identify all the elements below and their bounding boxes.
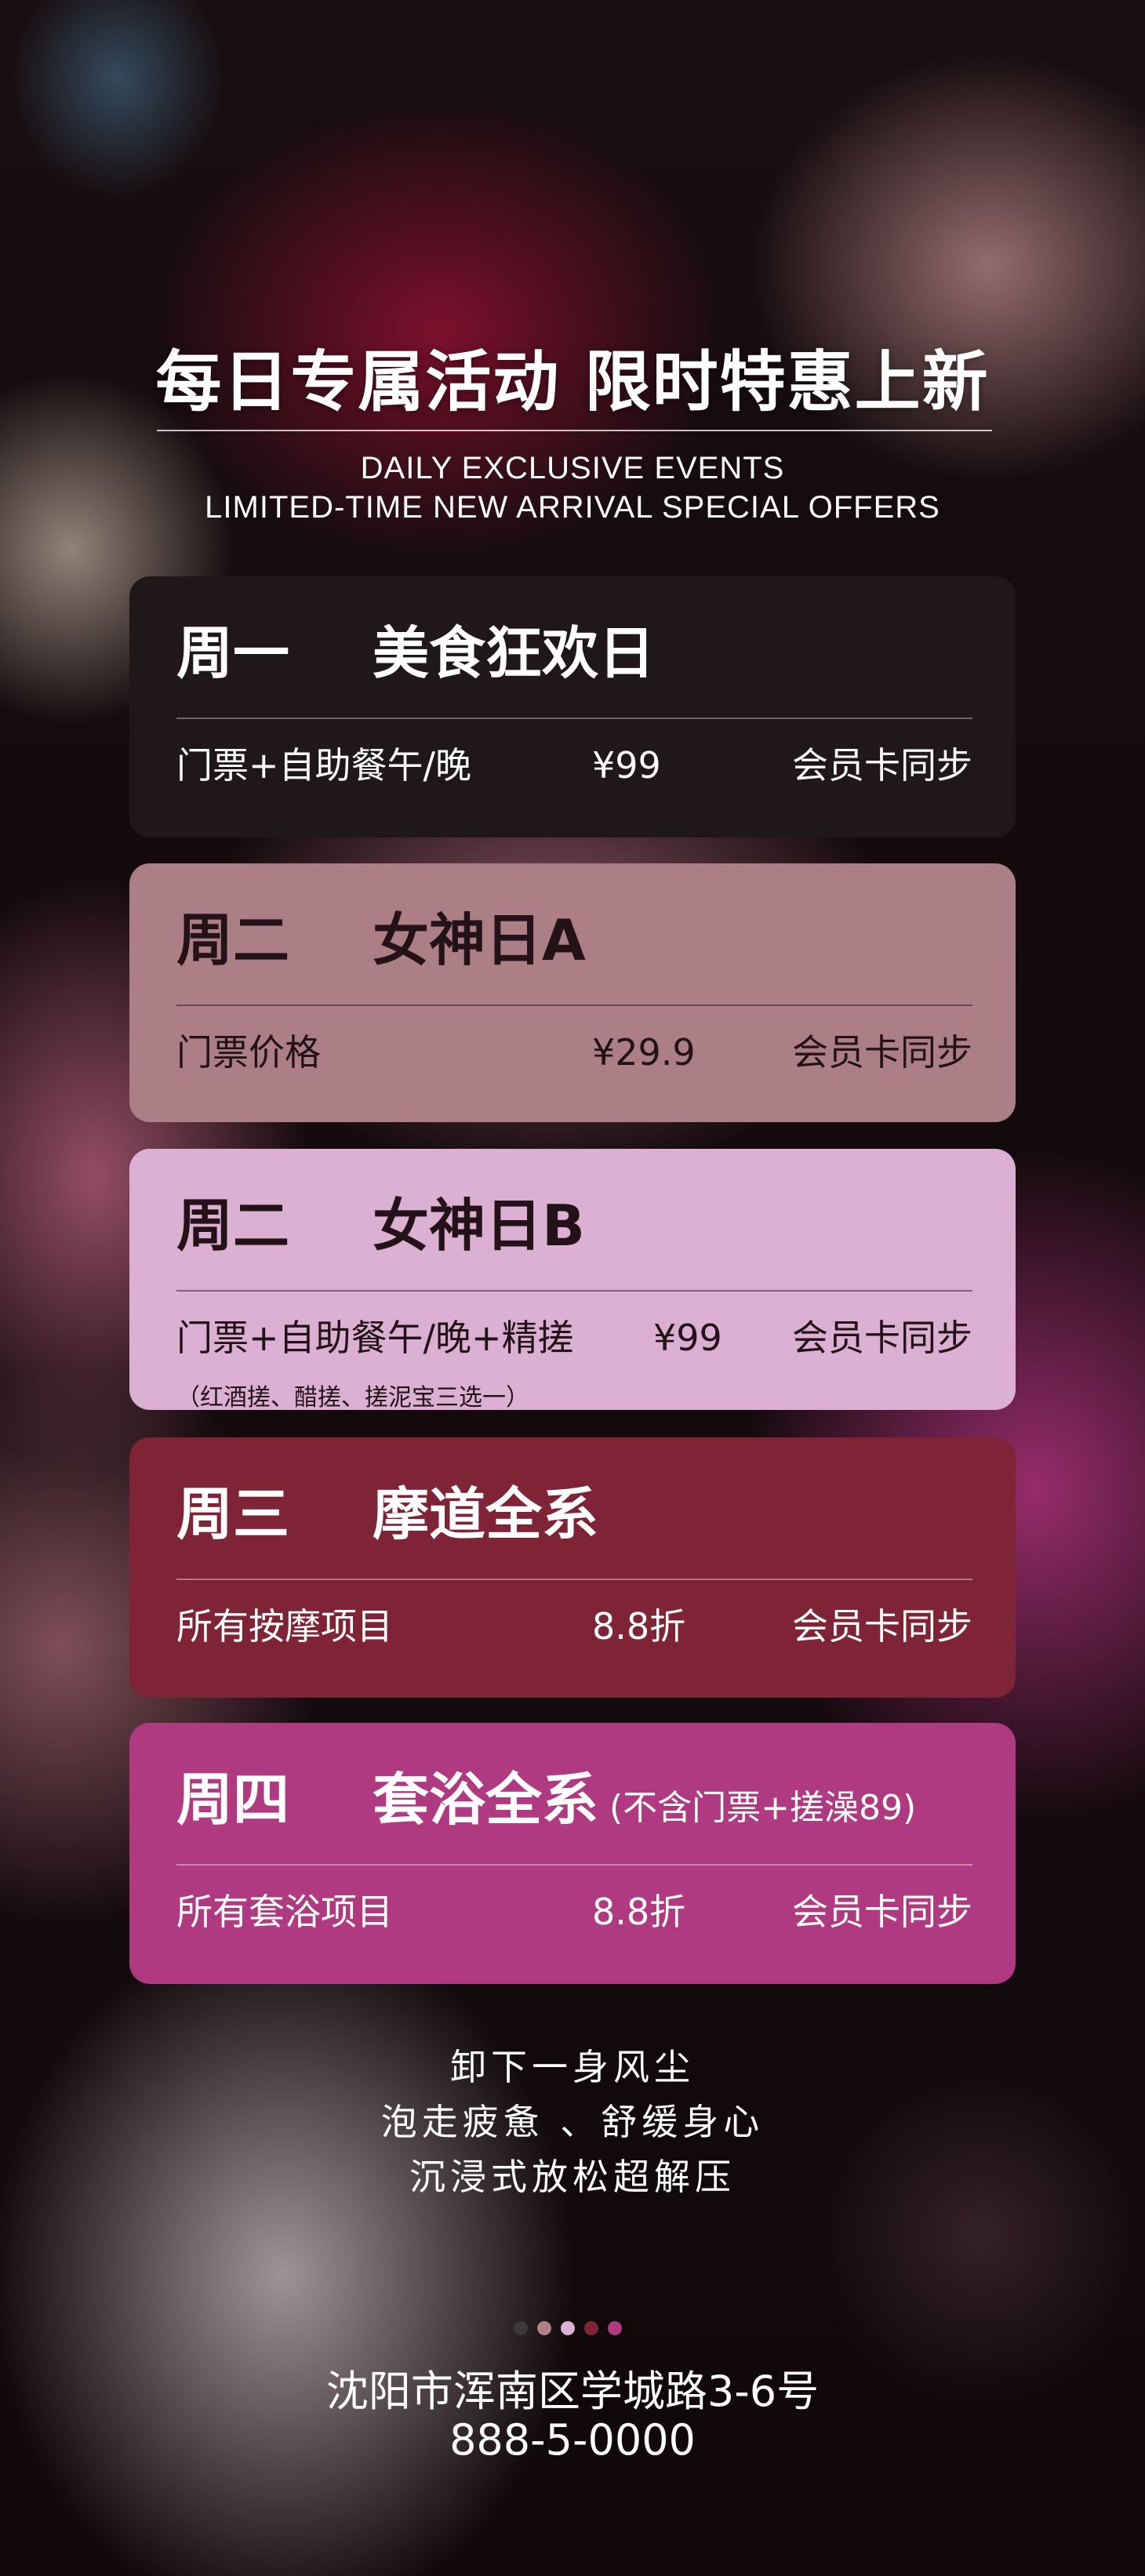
card-divider [176, 1579, 972, 1580]
subtitle-line-2: LIMITED-TIME NEW ARRIVAL SPECIAL OFFERS [205, 490, 940, 525]
pagination-dot [514, 2321, 528, 2335]
card-event-name: 摩道全系 [373, 1481, 599, 1547]
card-item: 门票+自助餐午/晚 [176, 744, 472, 787]
card-title-note: (不含门票+搓澡89) [609, 1788, 917, 1828]
pagination-dot [608, 2321, 622, 2335]
card-day: 周一 [176, 620, 290, 686]
card-price: ¥99 [653, 1317, 722, 1359]
card-price: ¥29.9 [592, 1031, 696, 1074]
card-day: 周二 [176, 907, 290, 973]
card-item: 门票+自助餐午/晚+精搓 [176, 1317, 574, 1359]
card-title: 周二 女神日B [176, 1197, 585, 1254]
card-item: 所有套浴项目 [176, 1891, 393, 1933]
card-price: 8.8折 [592, 1605, 686, 1648]
card-day: 周二 [176, 1193, 290, 1259]
card-item: 所有按摩项目 [176, 1605, 393, 1648]
slogan-line-1: 卸下一身风尘 [450, 2046, 695, 2088]
card-divider [176, 718, 972, 719]
event-card-monday: 周一 美食狂欢日 门票+自助餐午/晚 ¥99 会员卡同步 [129, 576, 1016, 837]
header-divider [157, 430, 992, 431]
card-event-name: 女神日B [373, 1193, 585, 1259]
pagination-dot [537, 2321, 551, 2335]
card-member-sync: 会员卡同步 [792, 1031, 972, 1074]
card-title: 周一 美食狂欢日 [176, 625, 655, 681]
slogan-line-3: 沉浸式放松超解压 [409, 2156, 736, 2198]
card-item: 门票价格 [176, 1031, 321, 1074]
event-card-thursday: 周四 套浴全系 (不含门票+搓澡89) 所有套浴项目 8.8折 会员卡同步 [129, 1723, 1016, 1984]
phone-number: 888-5-0000 [449, 2415, 696, 2465]
card-extra-note: （红酒搓、醋搓、搓泥宝三选一） [176, 1384, 529, 1412]
card-divider [176, 1864, 972, 1866]
card-title: 周三 摩道全系 [176, 1486, 598, 1542]
event-card-tuesday-a: 周二 女神日A 门票价格 ¥29.9 会员卡同步 [129, 863, 1016, 1122]
card-member-sync: 会员卡同步 [792, 744, 972, 787]
pagination-dot [584, 2321, 598, 2335]
card-member-sync: 会员卡同步 [792, 1891, 972, 1933]
event-card-tuesday-b: 周二 女神日B 门票+自助餐午/晚+精搓 ¥99 会员卡同步 （红酒搓、醋搓、搓泥… [129, 1149, 1016, 1412]
card-title: 周二 女神日A [176, 912, 586, 968]
card-divider [176, 1290, 972, 1292]
card-event-name: 美食狂欢日 [373, 620, 656, 686]
card-day: 周四 [176, 1767, 290, 1833]
card-member-sync: 会员卡同步 [792, 1317, 972, 1359]
event-card-wednesday: 周三 摩道全系 所有按摩项目 8.8折 会员卡同步 [129, 1437, 1016, 1698]
headline: 每日专属活动 限时特惠上新 [155, 343, 990, 420]
slogan-line-2: 泡走疲惫 、舒缓身心 [380, 2101, 765, 2143]
address: 沈阳市浑南区学城路3-6号 [325, 2367, 820, 2416]
card-event-name: 套浴全系 [373, 1767, 599, 1833]
card-title: 周四 套浴全系 (不含门票+搓澡89) [176, 1771, 916, 1828]
pagination-dots [514, 2321, 622, 2335]
card-event-name: 女神日A [373, 907, 586, 973]
subtitle-line-1: DAILY EXCLUSIVE EVENTS [360, 451, 785, 485]
card-price: 8.8折 [592, 1891, 686, 1933]
card-divider [176, 1005, 972, 1006]
card-member-sync: 会员卡同步 [792, 1605, 972, 1648]
pagination-dot [561, 2321, 575, 2335]
card-day: 周三 [176, 1481, 290, 1547]
card-price: ¥99 [592, 744, 661, 787]
